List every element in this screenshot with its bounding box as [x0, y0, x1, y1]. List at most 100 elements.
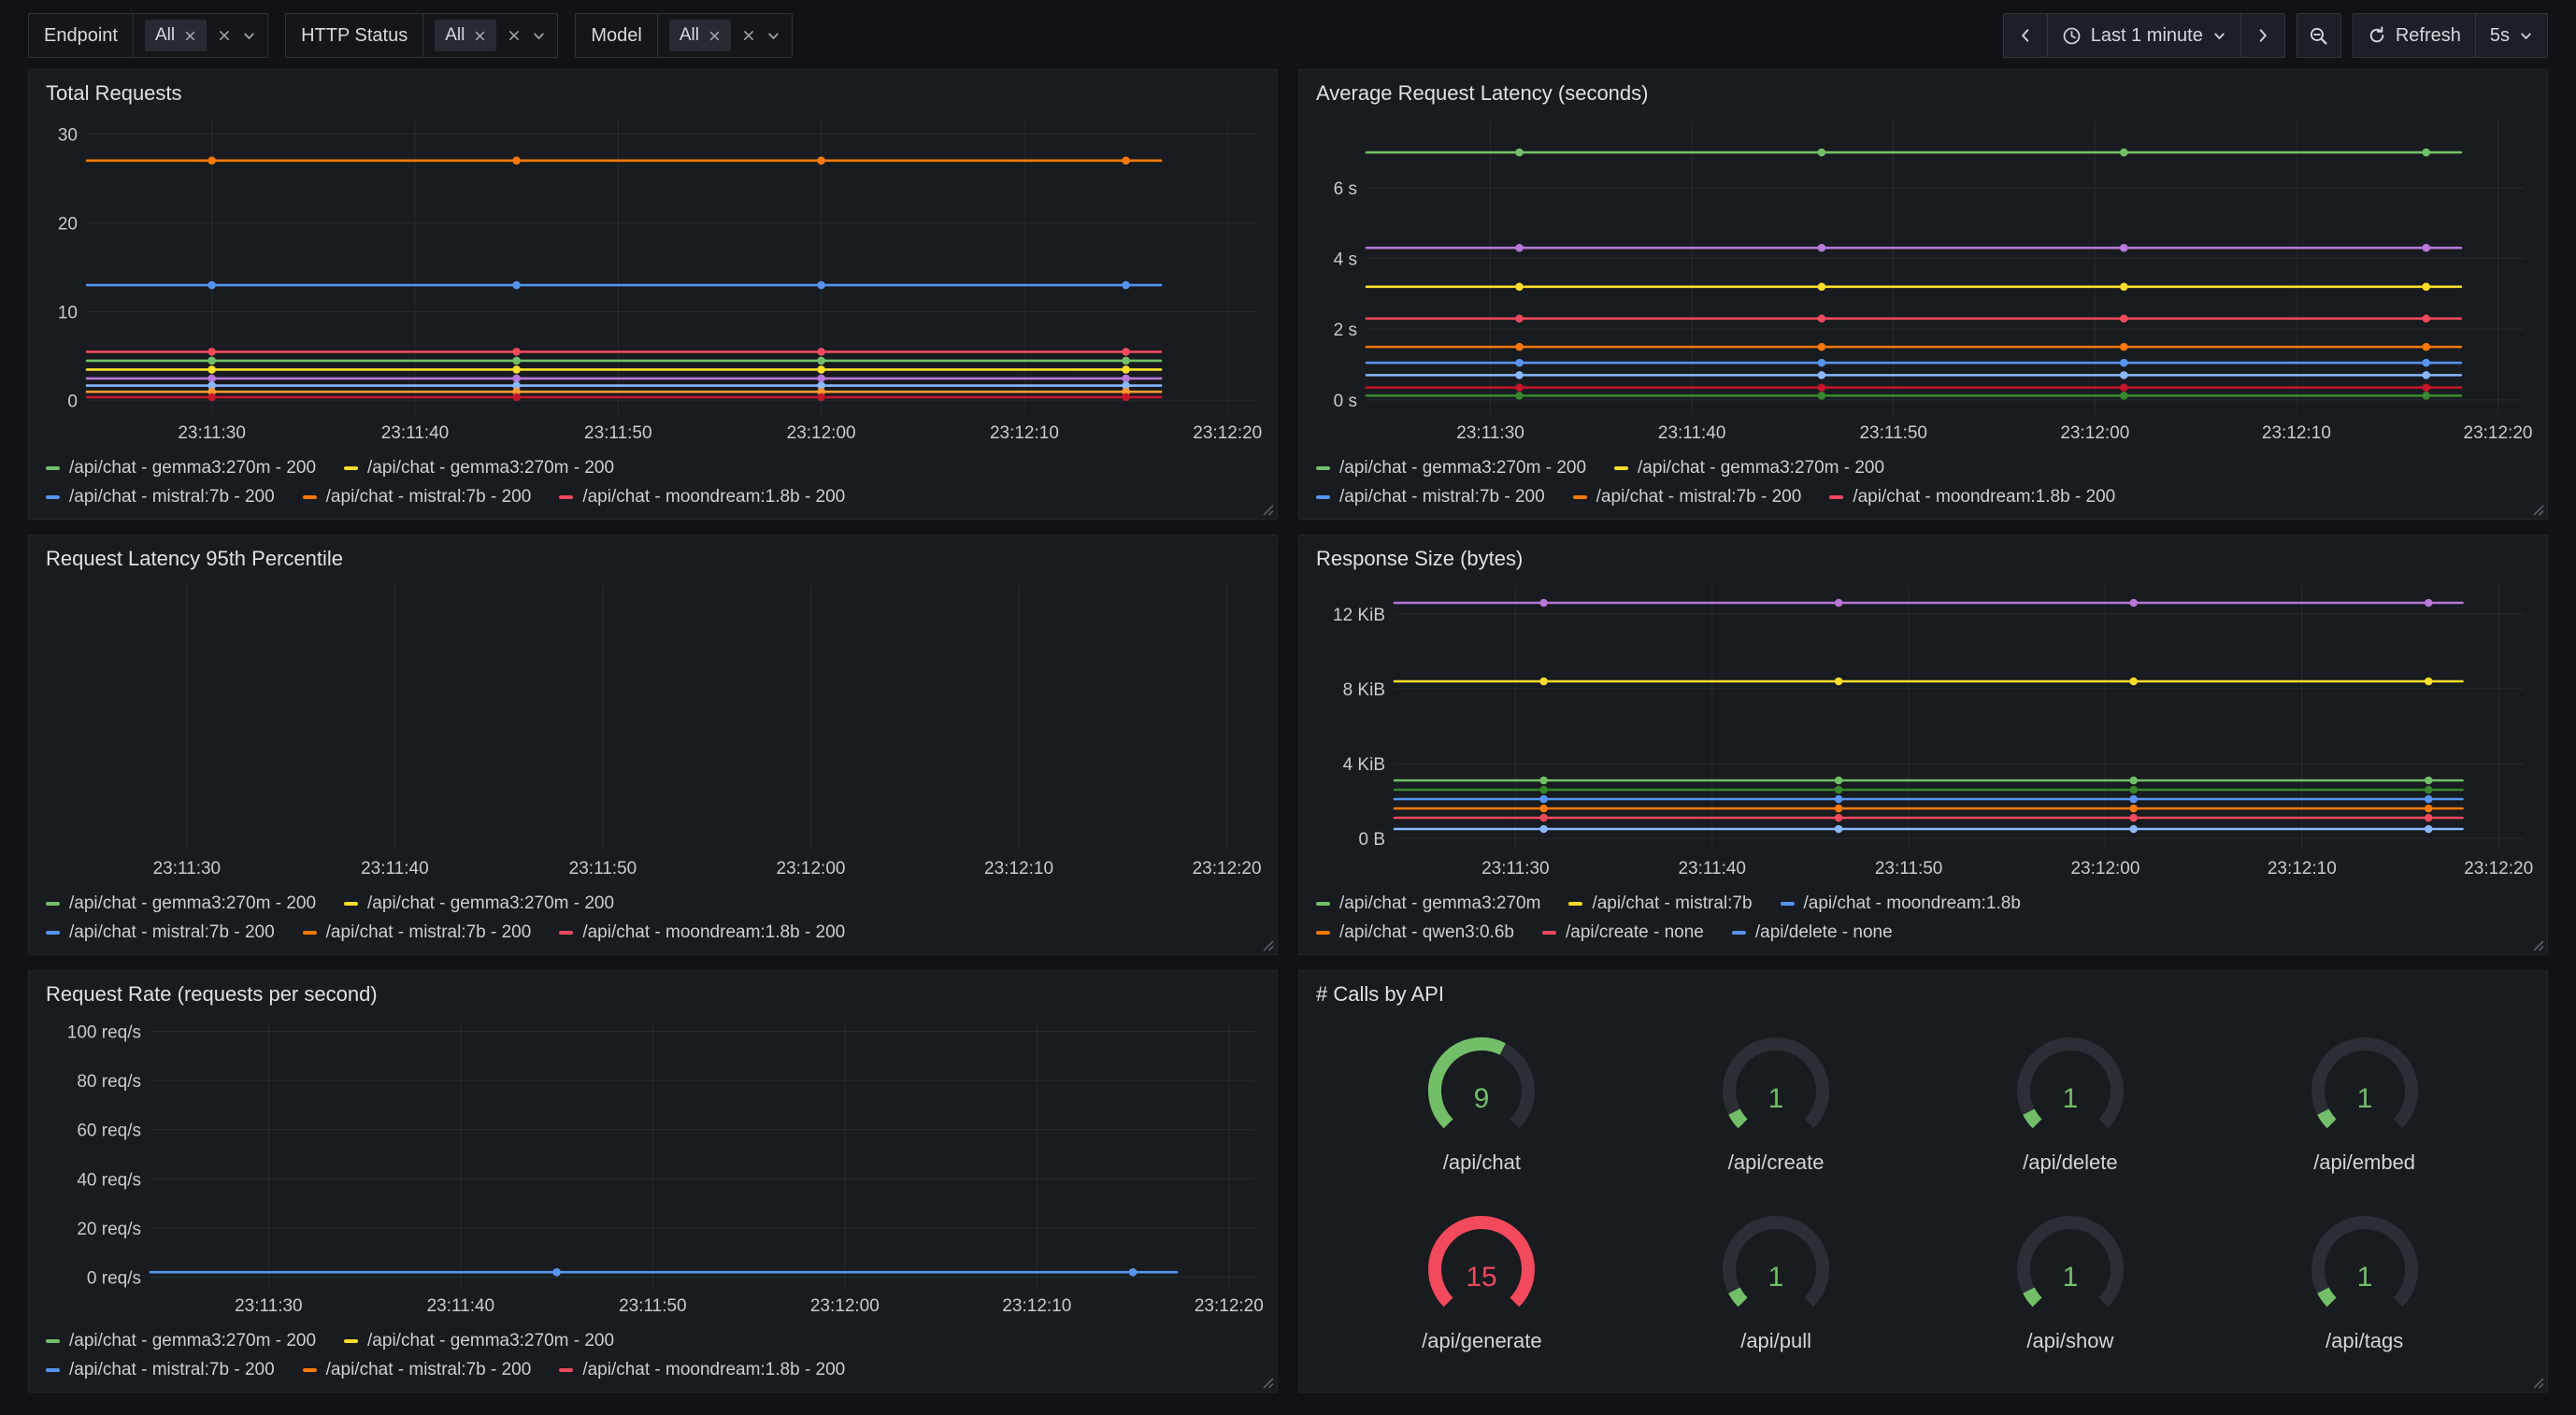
legend-item[interactable]: /api/chat - moondream:1.8b - 200 — [1829, 487, 2115, 507]
svg-text:23:12:10: 23:12:10 — [1002, 1296, 1071, 1316]
gauge-arc: 1 — [2295, 1211, 2435, 1327]
panel-resize-handle[interactable] — [2532, 1377, 2544, 1389]
panel-resize-handle[interactable] — [2532, 504, 2544, 516]
svg-text:23:12:20: 23:12:20 — [2464, 859, 2533, 879]
legend-item[interactable]: /api/chat - gemma3:270m - 200 — [344, 1331, 614, 1351]
panel-title[interactable]: Request Latency 95th Percentile — [42, 545, 1264, 573]
chart-legend: /api/chat - gemma3:270m - 200/api/chat -… — [42, 1322, 1264, 1380]
legend-item[interactable]: /api/create - none — [1542, 922, 1704, 943]
legend-item[interactable]: /api/chat - mistral:7b - 200 — [1316, 487, 1545, 507]
filter-value-chip[interactable]: All — [145, 20, 207, 51]
time-range-picker-button[interactable]: Last 1 minute — [2047, 13, 2241, 58]
chart-area[interactable]: 0 req/s20 req/s40 req/s60 req/s80 req/s1… — [42, 1014, 1264, 1319]
legend-item[interactable]: /api/chat - moondream:1.8b — [1781, 893, 2021, 914]
time-shift-back-button[interactable] — [2003, 13, 2048, 58]
filter-dropdown-caret-icon[interactable] — [532, 29, 546, 43]
legend-item[interactable]: /api/chat - mistral:7b - 200 — [46, 922, 275, 943]
legend-item[interactable]: /api/chat - mistral:7b - 200 — [303, 1360, 532, 1380]
gauge-arc: 1 — [2295, 1033, 2435, 1149]
legend-item[interactable]: /api/chat - gemma3:270m - 200 — [344, 893, 614, 914]
panel-resize-handle[interactable] — [1262, 504, 1274, 516]
refresh-label: Refresh — [2396, 25, 2461, 47]
legend-item[interactable]: /api/chat - gemma3:270m — [1316, 893, 1540, 914]
clear-filter-icon[interactable] — [508, 29, 521, 42]
chevron-right-icon — [2254, 27, 2271, 44]
gauge-api-pull: 1/api/pull — [1706, 1211, 1846, 1353]
svg-text:23:12:10: 23:12:10 — [984, 859, 1053, 879]
legend-item[interactable]: /api/chat - gemma3:270m - 200 — [1614, 458, 1884, 479]
legend-item[interactable]: /api/chat - mistral:7b - 200 — [46, 487, 275, 507]
legend-item[interactable]: /api/delete - none — [1732, 922, 1893, 943]
series-swatch — [303, 495, 317, 499]
filter-http-status: HTTP Status All — [285, 13, 558, 58]
legend-item[interactable]: /api/chat - mistral:7b — [1568, 893, 1752, 914]
series-swatch — [1573, 495, 1587, 499]
series-label: /api/chat - moondream:1.8b — [1804, 893, 2021, 914]
dashboard-grid: Total Requests 010203023:11:3023:11:4023:… — [0, 69, 2576, 1393]
panel-title[interactable]: # Calls by API — [1312, 980, 2534, 1008]
refresh-button[interactable]: Refresh — [2353, 13, 2476, 58]
filter-value-text: All — [445, 25, 465, 46]
svg-text:23:12:00: 23:12:00 — [2070, 859, 2140, 879]
close-icon — [218, 29, 231, 42]
clear-filter-icon[interactable] — [742, 29, 755, 42]
legend-item[interactable]: /api/chat - gemma3:270m - 200 — [46, 1331, 316, 1351]
filter-key-label[interactable]: HTTP Status — [286, 14, 423, 57]
legend-item[interactable]: /api/chat - moondream:1.8b - 200 — [559, 1360, 845, 1380]
time-shift-forward-button[interactable] — [2240, 13, 2285, 58]
legend-item[interactable]: /api/chat - mistral:7b - 200 — [46, 1360, 275, 1380]
svg-text:6 s: 6 s — [1334, 179, 1357, 199]
panel-resize-handle[interactable] — [1262, 939, 1274, 951]
filter-key-label[interactable]: Model — [576, 14, 657, 57]
gauge-value: 1 — [2356, 1262, 2372, 1293]
chart-area[interactable]: 010203023:11:3023:11:4023:11:5023:12:002… — [42, 113, 1264, 446]
legend-item[interactable]: /api/chat - gemma3:270m - 200 — [46, 893, 316, 914]
series-label: /api/chat - moondream:1.8b - 200 — [582, 487, 845, 507]
gauge-value: 1 — [2356, 1083, 2372, 1114]
chart-area[interactable]: 23:11:3023:11:4023:11:5023:12:0023:12:10… — [42, 579, 1264, 881]
legend-item[interactable]: /api/chat - gemma3:270m - 200 — [344, 458, 614, 479]
chart-area[interactable]: 0 s2 s4 s6 s23:11:3023:11:4023:11:5023:1… — [1312, 113, 2534, 446]
legend-item[interactable]: /api/chat - gemma3:270m - 200 — [46, 458, 316, 479]
svg-text:80 req/s: 80 req/s — [77, 1072, 141, 1092]
legend-item[interactable]: /api/chat - mistral:7b - 200 — [303, 487, 532, 507]
panel-title[interactable]: Total Requests — [42, 79, 1264, 107]
filter-value-chip[interactable]: All — [435, 20, 496, 51]
filter-dropdown-caret-icon[interactable] — [242, 29, 256, 43]
panel-calls-by-api: # Calls by API9/api/chat1/api/create1/ap… — [1298, 970, 2548, 1393]
filter-dropdown-caret-icon[interactable] — [766, 29, 780, 43]
svg-text:0 B: 0 B — [1358, 830, 1385, 850]
zoom-out-button[interactable] — [2297, 13, 2341, 58]
panel-resize-handle[interactable] — [1262, 1377, 1274, 1389]
clear-filter-icon[interactable] — [218, 29, 231, 42]
svg-text:23:12:10: 23:12:10 — [2268, 859, 2337, 879]
panel-resize-handle[interactable] — [2532, 939, 2544, 951]
series-swatch — [46, 931, 60, 935]
legend-item[interactable]: /api/chat - mistral:7b - 200 — [1573, 487, 1802, 507]
series-label: /api/chat - mistral:7b - 200 — [326, 1360, 532, 1380]
legend-item[interactable]: /api/chat - qwen3:0.6b — [1316, 922, 1514, 943]
svg-text:23:12:20: 23:12:20 — [1195, 1296, 1264, 1316]
series-swatch — [559, 495, 573, 499]
svg-text:10: 10 — [58, 304, 78, 323]
panel-title[interactable]: Request Rate (requests per second) — [42, 980, 1264, 1008]
series-swatch — [559, 1368, 573, 1372]
gauge-api-generate: 15/api/generate — [1411, 1211, 1552, 1353]
filter-key-label[interactable]: Endpoint — [29, 14, 134, 57]
refresh-interval-dropdown[interactable]: 5s — [2475, 13, 2548, 58]
series-label: /api/chat - mistral:7b - 200 — [1339, 487, 1545, 507]
panel-title[interactable]: Response Size (bytes) — [1312, 545, 2534, 573]
filter-value-chip[interactable]: All — [669, 20, 731, 51]
legend-item[interactable]: /api/chat - gemma3:270m - 200 — [1316, 458, 1586, 479]
legend-item[interactable]: /api/chat - mistral:7b - 200 — [303, 922, 532, 943]
series-label: /api/delete - none — [1755, 922, 1893, 943]
legend-item[interactable]: /api/chat - moondream:1.8b - 200 — [559, 487, 845, 507]
series-label: /api/chat - gemma3:270m - 200 — [367, 458, 614, 479]
series-swatch — [1829, 495, 1843, 499]
svg-text:40 req/s: 40 req/s — [77, 1170, 141, 1190]
chart-area[interactable]: 0 B4 KiB8 KiB12 KiB23:11:3023:11:4023:11… — [1312, 579, 2534, 881]
legend-item[interactable]: /api/chat - moondream:1.8b - 200 — [559, 922, 845, 943]
time-range-label: Last 1 minute — [2091, 25, 2203, 47]
panel-title[interactable]: Average Request Latency (seconds) — [1312, 79, 2534, 107]
series-label: /api/chat - mistral:7b - 200 — [326, 487, 532, 507]
